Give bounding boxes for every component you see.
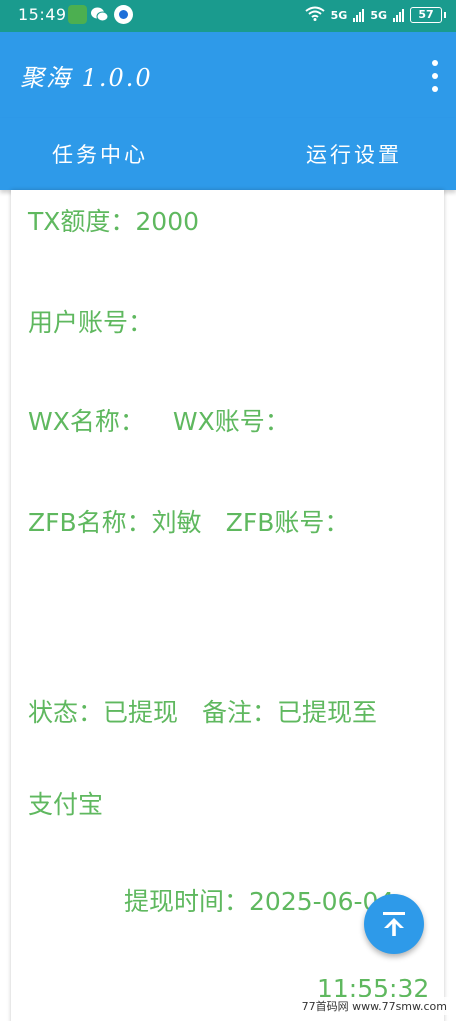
tab-bar: 任务中心 运行设置 — [0, 118, 456, 190]
battery-icon: 57 — [410, 7, 446, 23]
remark-label: 备注： — [202, 698, 278, 727]
tab-task-center[interactable]: 任务中心 — [0, 118, 227, 190]
zfb-name-value: 刘敏 — [151, 508, 202, 537]
scroll-to-top-button[interactable] — [364, 894, 424, 954]
wx-row: WX名称： WX账号： — [28, 402, 290, 438]
tab-run-settings[interactable]: 运行设置 — [227, 118, 456, 190]
wx-account-label: WX账号： — [172, 407, 290, 436]
arrow-up-to-top-icon — [383, 912, 405, 936]
status-bar: 15:49 5G 5G 57 — [0, 0, 456, 32]
wifi-icon — [305, 6, 325, 24]
remark-value: 已提现至 — [277, 698, 378, 727]
zfb-account-label: ZFB账号： — [225, 508, 350, 537]
signal-icon-2 — [393, 8, 404, 22]
status-time: 15:49 — [18, 5, 67, 24]
screen: 15:49 5G 5G 57 聚海 1.0.0 任务中心 运行设置 TX额度：2… — [0, 0, 456, 1021]
app-notification-icon — [68, 5, 87, 24]
tx-amount-value: 2000 — [135, 207, 200, 236]
tx-amount-row: TX额度：2000 — [28, 202, 199, 238]
app-bar: 聚海 1.0.0 — [0, 32, 456, 118]
network-type-label-2: 5G — [370, 8, 387, 22]
alipay-icon — [114, 5, 133, 24]
site-watermark: 77首码网 www.77smw.com — [298, 997, 450, 1015]
signal-icon — [353, 8, 365, 22]
status-indicators: 5G 5G 57 — [305, 6, 446, 24]
user-account-row: 用户账号： — [28, 303, 153, 339]
wechat-icon — [90, 5, 109, 24]
withdraw-time-label: 提现时间： — [124, 887, 250, 916]
remark-continuation: 支付宝 — [28, 790, 104, 819]
wx-name-label: WX名称： — [28, 407, 145, 436]
network-type-label: 5G — [330, 8, 348, 22]
task-record-card: TX额度：2000 用户账号： WX名称： WX账号： ZFB名称：刘敏 ZFB账号… — [11, 190, 444, 1021]
withdraw-time-row: 提现时间：2025-06-04 — [124, 882, 394, 918]
status-row: 状态：已提现 备注：已提现至 — [28, 693, 377, 729]
app-title: 聚海 1.0.0 — [20, 64, 153, 92]
zfb-name-label: ZFB名称： — [28, 508, 152, 537]
more-vert-icon[interactable] — [428, 60, 442, 92]
status-value: 已提现 — [103, 698, 179, 727]
status-label: 状态： — [28, 698, 104, 727]
user-account-label: 用户账号： — [28, 308, 154, 337]
zfb-row: ZFB名称：刘敏 ZFB账号： — [28, 503, 349, 539]
tx-amount-label: TX额度： — [28, 207, 136, 236]
